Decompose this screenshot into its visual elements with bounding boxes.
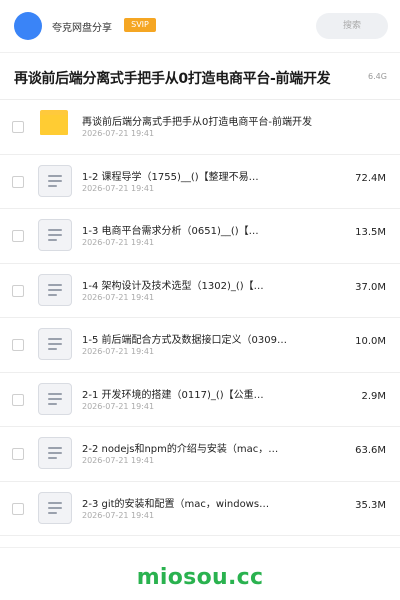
folder-icon: [40, 110, 68, 135]
share-title-row: 再谈前后端分离式手把手从0打造电商平台-前端开发 6.4G: [0, 52, 400, 100]
select-checkbox[interactable]: [12, 284, 24, 297]
search-input[interactable]: [316, 13, 388, 39]
document-icon: [38, 328, 72, 360]
file-name: 再谈前后端分离式手把手从0打造电商平台-前端开发: [82, 117, 312, 128]
file-date: 2026-07-21 19:41: [82, 510, 155, 520]
file-size: 2.9M: [361, 390, 386, 402]
list-item[interactable]: 1-4 架构设计及技术选型（1302)_()【… 2026-07-21 19:4…: [0, 264, 400, 318]
file-size: 37.0M: [355, 281, 386, 293]
document-icon: [38, 491, 72, 524]
file-date: 2026-07-21 19:41: [82, 183, 155, 193]
select-checkbox[interactable]: [12, 339, 24, 351]
select-checkbox[interactable]: [12, 175, 24, 188]
file-date: 2026-07-21 19:41: [82, 401, 155, 411]
document-icon: [38, 219, 72, 251]
list-item[interactable]: 1-2 课程导学（1755)__()【整理不易… 2026-07-21 19:4…: [0, 155, 400, 209]
document-icon: [38, 382, 72, 415]
header: 夸克网盘分享 SVIP: [0, 0, 400, 52]
file-name: 2-2 nodejs和npm的介绍与安装（mac，…: [82, 444, 279, 455]
document-icon: [38, 273, 72, 306]
file-date: 2026-07-21 19:41: [82, 347, 155, 356]
select-checkbox[interactable]: [12, 502, 24, 515]
list-item-folder[interactable]: 再谈前后端分离式手把手从0打造电商平台-前端开发 2026-07-21 19:4…: [0, 100, 400, 155]
list-item[interactable]: 1-3 电商平台需求分析（0651)__()【… 2026-07-21 19:4…: [0, 209, 400, 264]
list-item[interactable]: 2-1 开发环境的搭建（0117)_()【公重… 2026-07-21 19:4…: [0, 373, 400, 427]
select-checkbox[interactable]: [12, 121, 24, 133]
file-name: 1-2 课程导学（1755)__()【整理不易…: [82, 171, 259, 183]
file-name: 1-4 架构设计及技术选型（1302)_()【…: [82, 280, 264, 292]
file-name: 1-5 前后端配合方式及数据接口定义（0309…: [82, 335, 287, 346]
select-checkbox[interactable]: [12, 393, 24, 406]
file-date: 2026-07-21 19:41: [82, 238, 155, 247]
avatar[interactable]: [14, 12, 42, 40]
file-size: 10.0M: [355, 336, 386, 347]
file-name: 1-3 电商平台需求分析（0651)__()【…: [82, 226, 259, 237]
select-checkbox[interactable]: [12, 230, 24, 242]
watermark: miosou.cc: [136, 565, 264, 590]
file-date: 2026-07-21 19:41: [82, 129, 155, 138]
file-list: 再谈前后端分离式手把手从0打造电商平台-前端开发 2026-07-21 19:4…: [0, 100, 400, 536]
file-size: 13.5M: [355, 227, 386, 238]
list-item[interactable]: 1-5 前后端配合方式及数据接口定义（0309… 2026-07-21 19:4…: [0, 318, 400, 373]
list-item[interactable]: 2-3 git的安装和配置（mac，windows… 2026-07-21 19…: [0, 482, 400, 536]
file-size: 35.3M: [355, 499, 386, 511]
svip-badge: SVIP: [124, 18, 156, 32]
file-name: 2-3 git的安装和配置（mac，windows…: [82, 498, 270, 510]
file-size: 63.6M: [355, 445, 386, 456]
file-date: 2026-07-21 19:41: [82, 456, 155, 465]
list-item[interactable]: 2-2 nodejs和npm的介绍与安装（mac，… 2026-07-21 19…: [0, 427, 400, 482]
document-icon: [38, 164, 72, 197]
brand-name: 夸克网盘分享: [52, 23, 112, 34]
total-size: 6.4G: [368, 72, 387, 81]
file-size: 72.4M: [355, 172, 386, 184]
document-icon: [38, 437, 72, 469]
file-name: 2-1 开发环境的搭建（0117)_()【公重…: [82, 389, 264, 401]
select-checkbox[interactable]: [12, 448, 24, 460]
page-title: 再谈前后端分离式手把手从0打造电商平台-前端开发: [14, 71, 331, 87]
file-date: 2026-07-21 19:41: [82, 292, 155, 302]
